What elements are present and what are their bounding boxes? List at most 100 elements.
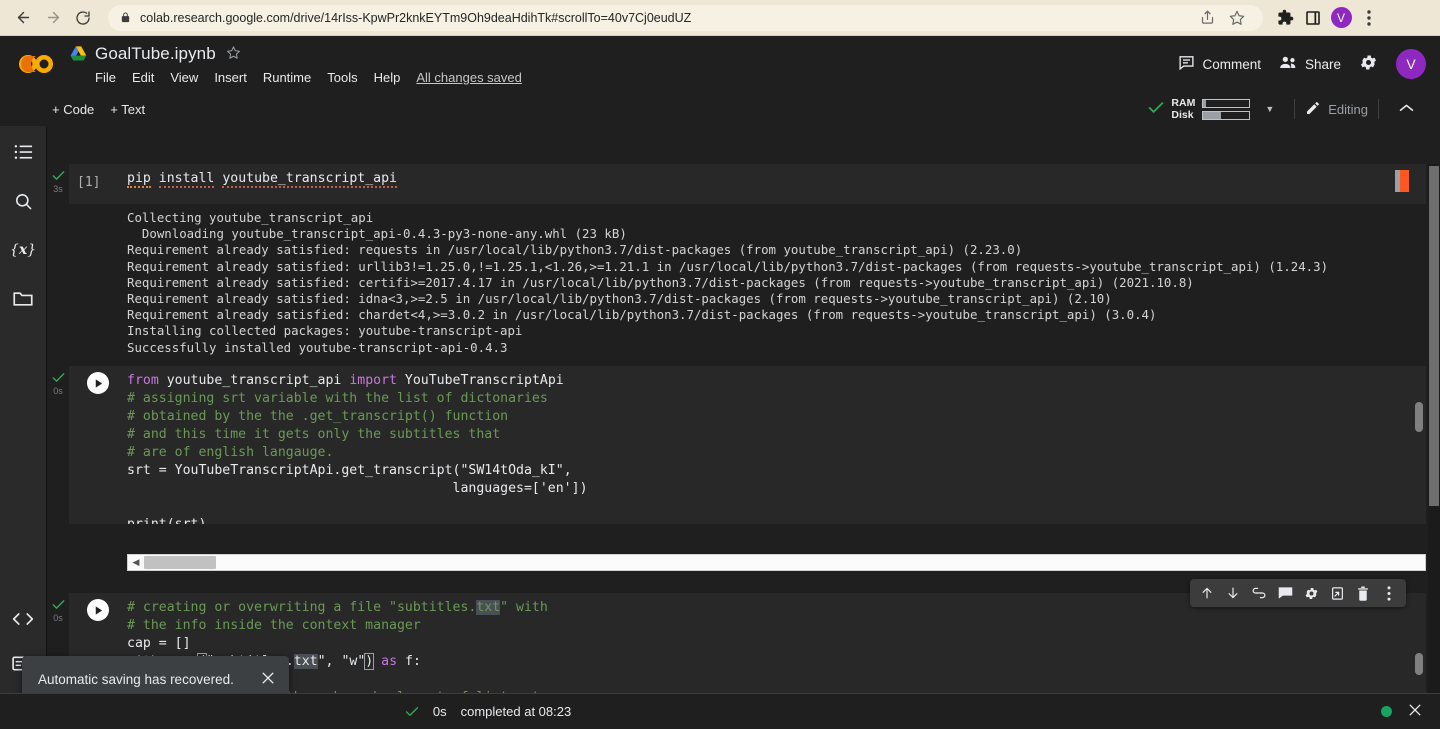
cell-code-area[interactable]: [1] pip install youtube_transcript_api xyxy=(69,164,1426,204)
notebook-scroll-area[interactable]: 3s [1] pip install youtube_transcript_ap… xyxy=(47,164,1426,693)
share-icon[interactable] xyxy=(1193,4,1221,32)
notebook-vertical-scrollbar[interactable] xyxy=(1428,164,1440,693)
lock-icon xyxy=(120,11,131,24)
extensions-puzzle-icon[interactable] xyxy=(1271,4,1299,32)
cell-action-toolbar xyxy=(1190,579,1406,607)
cell-status-gutter: 0s xyxy=(47,593,69,623)
disk-label: Disk xyxy=(1171,109,1194,121)
output-text: Collecting youtube_transcript_api Downlo… xyxy=(127,210,1329,355)
menu-help[interactable]: Help xyxy=(374,70,401,85)
colab-app: GoalTube.ipynb File Edit View Insert Run… xyxy=(0,36,1440,729)
green-dot-icon xyxy=(1380,706,1392,717)
editing-label: Editing xyxy=(1328,101,1368,117)
search-icon[interactable] xyxy=(11,189,35,213)
play-icon[interactable] xyxy=(87,372,109,394)
caret-down-icon[interactable]: ▼ xyxy=(1265,104,1274,114)
code-cell[interactable]: 3s [1] pip install youtube_transcript_ap… xyxy=(47,164,1426,356)
orange-busy-indicator xyxy=(1395,170,1409,192)
menu-edit[interactable]: Edit xyxy=(132,70,154,85)
cell-vertical-scrollbar[interactable] xyxy=(1415,653,1423,675)
star-outline-icon[interactable] xyxy=(226,45,241,63)
url-text: colab.research.google.com/drive/14rIss-K… xyxy=(140,10,692,25)
status-bar: 0s completed at 08:23 xyxy=(0,693,1440,729)
menu-runtime[interactable]: Runtime xyxy=(263,70,311,85)
cell-status-gutter: 0s xyxy=(47,366,69,396)
cell-settings-icon[interactable] xyxy=(1298,580,1324,606)
variables-icon[interactable]: {x} xyxy=(10,238,36,262)
menu-bar: File Edit View Insert Runtime Tools Help… xyxy=(70,68,522,88)
folder-icon[interactable] xyxy=(11,287,35,311)
scrollbar-thumb[interactable] xyxy=(1429,166,1439,506)
move-cell-down-icon[interactable] xyxy=(1220,580,1246,606)
status-completed-text: completed at 08:23 xyxy=(460,704,572,719)
share-label: Share xyxy=(1304,56,1341,72)
comment-icon xyxy=(1178,54,1195,74)
comment-label: Comment xyxy=(1202,56,1261,72)
colab-account-avatar[interactable]: V xyxy=(1396,49,1426,79)
play-icon[interactable] xyxy=(87,599,109,621)
add-text-cell-button[interactable]: + Text xyxy=(110,102,145,117)
menu-file[interactable]: File xyxy=(95,70,116,85)
browser-reload-button[interactable] xyxy=(68,3,98,33)
more-cell-actions-icon[interactable] xyxy=(1376,580,1402,606)
code-brackets-icon[interactable] xyxy=(11,607,35,631)
people-icon xyxy=(1279,55,1298,73)
cell-vertical-scrollbar[interactable] xyxy=(1415,402,1423,432)
browser-forward-button[interactable] xyxy=(38,3,68,33)
status-duration: 0s xyxy=(432,704,447,719)
hscroll-thumb[interactable] xyxy=(144,556,216,569)
cell-source[interactable]: from youtube_transcript_api import YouTu… xyxy=(127,366,1426,524)
toolbar-divider-2 xyxy=(1378,99,1379,119)
colab-header: GoalTube.ipynb File Edit View Insert Run… xyxy=(0,36,1440,92)
editing-mode-button[interactable]: Editing xyxy=(1305,100,1368,119)
comment-button[interactable]: Comment xyxy=(1178,54,1261,74)
output-horizontal-scrollbar[interactable]: ◀ xyxy=(127,554,1426,571)
browser-back-button[interactable] xyxy=(8,3,38,33)
resource-usage-indicator[interactable]: RAM Disk ▼ xyxy=(1148,97,1284,121)
settings-button[interactable] xyxy=(1359,53,1378,75)
cell-output: {'text': 'hello friends and welcome to g… xyxy=(69,524,1426,554)
side-panel-icon[interactable] xyxy=(1299,4,1327,32)
google-drive-icon[interactable] xyxy=(70,46,87,61)
chevron-up-icon[interactable] xyxy=(1389,102,1424,116)
browser-profile-avatar[interactable]: V xyxy=(1327,4,1355,32)
cell-source[interactable]: # creating or overwriting a file "subtit… xyxy=(127,593,1426,693)
delete-cell-icon[interactable] xyxy=(1350,580,1376,606)
pencil-icon xyxy=(1305,100,1321,119)
close-icon[interactable] xyxy=(261,671,275,689)
bookmark-star-icon[interactable] xyxy=(1223,4,1251,32)
code-cell[interactable]: 0s from youtube_transcript_api import Yo… xyxy=(47,366,1426,571)
close-icon[interactable] xyxy=(1408,703,1422,720)
table-of-contents-icon[interactable] xyxy=(11,140,35,164)
move-cell-up-icon[interactable] xyxy=(1194,580,1220,606)
cell-output: Collecting youtube_transcript_api Downlo… xyxy=(69,204,1426,356)
gear-icon xyxy=(1359,53,1378,75)
left-rail: {x} xyxy=(0,126,47,693)
save-status-label[interactable]: All changes saved xyxy=(416,70,522,85)
check-icon xyxy=(52,599,65,611)
scroll-left-arrow-icon[interactable]: ◀ xyxy=(128,557,144,568)
toolbar-divider xyxy=(1294,99,1296,119)
browser-menu-icon[interactable] xyxy=(1355,4,1383,32)
menu-insert[interactable]: Insert xyxy=(214,70,247,85)
add-code-cell-button[interactable]: + Code xyxy=(52,102,94,117)
header-actions: Comment Share V xyxy=(1178,49,1426,79)
ram-label: RAM xyxy=(1171,97,1196,109)
link-to-cell-icon[interactable] xyxy=(1246,580,1272,606)
add-comment-icon[interactable] xyxy=(1272,580,1298,606)
mirror-cell-icon[interactable] xyxy=(1324,580,1350,606)
check-icon xyxy=(405,704,419,720)
share-button[interactable]: Share xyxy=(1279,55,1341,73)
ram-usage-bar xyxy=(1202,98,1251,108)
cell-code-area[interactable]: from youtube_transcript_api import YouTu… xyxy=(69,366,1426,524)
cell-runtime: 0s xyxy=(53,613,63,623)
cell-source[interactable]: pip install youtube_transcript_api xyxy=(127,164,1426,204)
address-bar[interactable]: colab.research.google.com/drive/14rIss-K… xyxy=(108,4,1263,32)
browser-toolbar: colab.research.google.com/drive/14rIss-K… xyxy=(0,0,1440,36)
colab-logo-icon[interactable] xyxy=(12,44,64,84)
menu-view[interactable]: View xyxy=(170,70,198,85)
check-icon xyxy=(1148,101,1164,118)
menu-tools[interactable]: Tools xyxy=(327,70,357,85)
notebook-title[interactable]: GoalTube.ipynb xyxy=(95,44,216,64)
avatar: V xyxy=(1330,7,1352,28)
